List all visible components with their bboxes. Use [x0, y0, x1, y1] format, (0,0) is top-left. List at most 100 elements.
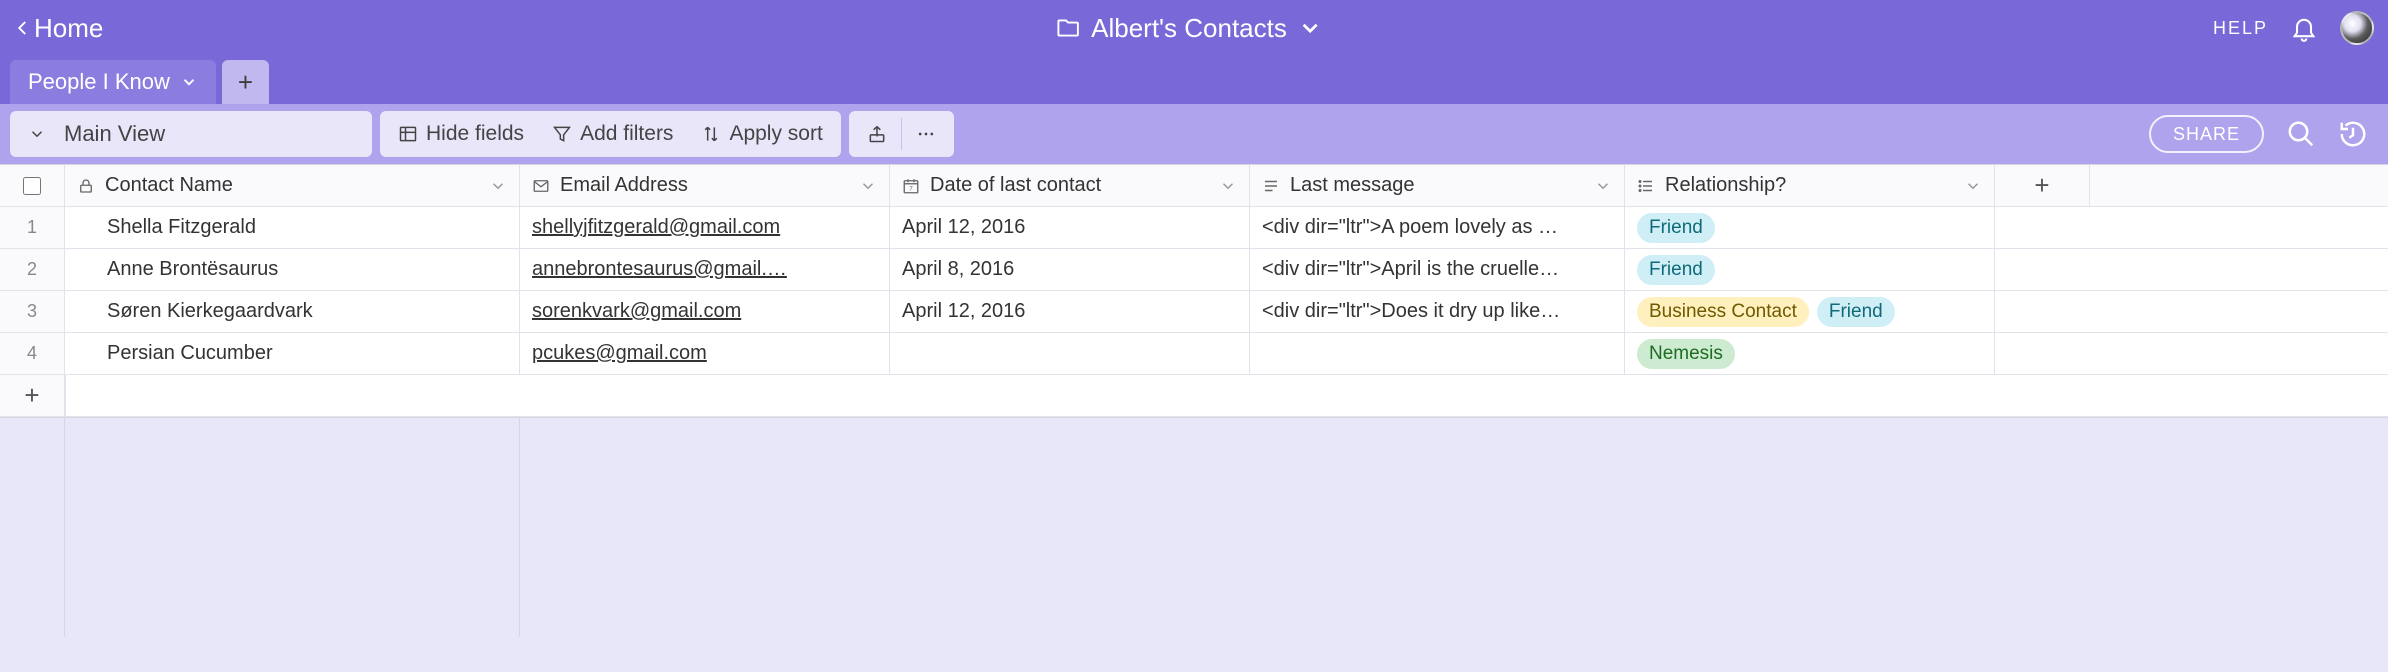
row-tail — [2090, 333, 2388, 374]
cell-email[interactable]: pcukes@gmail.com — [520, 333, 890, 374]
search-icon[interactable] — [2286, 119, 2316, 149]
column-header-email[interactable]: Email Address — [520, 165, 890, 206]
tag-nemesis: Nemesis — [1637, 339, 1735, 369]
select-all-cell — [0, 165, 65, 206]
table-row: 4Persian Cucumberpcukes@gmail.com Nemesis — [0, 333, 2388, 375]
envelope-icon — [532, 177, 550, 195]
table-tabs: People I Know + — [0, 56, 2388, 104]
cell-name[interactable]: Anne Brontësaurus — [65, 249, 520, 290]
svg-text:7: 7 — [909, 186, 913, 192]
view-toolbar: Main View Hide fields Add filters Apply … — [0, 104, 2388, 164]
topbar-right: HELP — [2213, 11, 2374, 45]
header-spacer — [2090, 165, 2388, 206]
cell-message[interactable]: <div dir="ltr">April is the cruelle… — [1250, 249, 1625, 290]
export-button[interactable] — [853, 111, 901, 157]
tag-friend: Friend — [1637, 213, 1715, 243]
history-icon[interactable] — [2338, 119, 2368, 149]
column-header-message[interactable]: Last message — [1250, 165, 1625, 206]
base-title[interactable]: Albert's Contacts — [1055, 13, 1333, 44]
more-button[interactable] — [902, 111, 950, 157]
cell-date[interactable]: April 12, 2016 — [890, 207, 1250, 248]
plus-icon: + — [24, 380, 39, 411]
base-name: Albert's Contacts — [1091, 13, 1287, 44]
select-all-checkbox[interactable] — [23, 177, 41, 195]
cell-spacer — [1995, 333, 2090, 374]
row-tail — [1227, 375, 2388, 416]
cell-relationship[interactable]: Business Contact Friend — [1625, 291, 1995, 332]
grid-header-row: Contact Name Email Address 7 Date of las… — [0, 165, 2388, 207]
row-number[interactable]: 3 — [0, 291, 65, 332]
app-topbar: Home Albert's Contacts HELP — [0, 0, 2388, 56]
row-number[interactable]: 1 — [0, 207, 65, 248]
toolbar-group-share — [849, 111, 954, 157]
cell-date[interactable]: April 8, 2016 — [890, 249, 1250, 290]
cell-relationship[interactable]: Friend — [1625, 249, 1995, 290]
cell-name[interactable]: Søren Kierkegaardvark — [65, 291, 520, 332]
cell-spacer — [1995, 291, 2090, 332]
cell-name[interactable]: Shella Fitzgerald — [65, 207, 520, 248]
chevron-down-icon — [28, 125, 46, 143]
column-header-name[interactable]: Contact Name — [65, 165, 520, 206]
share-button[interactable]: SHARE — [2149, 115, 2264, 153]
cell-message[interactable]: <div dir="ltr">Does it dry up like… — [1250, 291, 1625, 332]
plus-icon: + — [238, 67, 253, 98]
row-number[interactable]: 4 — [0, 333, 65, 374]
cell-email[interactable]: annebrontesaurus@gmail.… — [520, 249, 890, 290]
chevron-down-icon[interactable] — [1964, 177, 1982, 195]
text-icon — [1262, 177, 1280, 195]
help-link[interactable]: HELP — [2213, 18, 2268, 39]
chevron-down-icon — [180, 73, 198, 91]
cell-date[interactable] — [890, 333, 1250, 374]
column-header-relationship[interactable]: Relationship? — [1625, 165, 1995, 206]
data-grid: Contact Name Email Address 7 Date of las… — [0, 164, 2388, 417]
add-row-spacer — [65, 375, 1227, 416]
cell-name[interactable]: Persian Cucumber — [65, 333, 520, 374]
cell-date[interactable]: April 12, 2016 — [890, 291, 1250, 332]
tab-label: People I Know — [28, 69, 170, 95]
filter-icon — [552, 124, 572, 144]
avatar[interactable] — [2340, 11, 2374, 45]
chevron-down-icon[interactable] — [1219, 177, 1237, 195]
add-filters-button[interactable]: Add filters — [538, 111, 687, 157]
chevron-left-icon — [14, 19, 32, 37]
home-label: Home — [34, 13, 103, 44]
row-tail — [2090, 291, 2388, 332]
chevron-down-icon[interactable] — [1594, 177, 1612, 195]
plus-icon: + — [2034, 170, 2049, 201]
folder-icon — [1055, 15, 1091, 41]
add-table-button[interactable]: + — [222, 60, 269, 104]
tag-business: Business Contact — [1637, 297, 1809, 327]
tag-friend: Friend — [1637, 255, 1715, 285]
row-tail — [2090, 207, 2388, 248]
chevron-down-icon[interactable] — [859, 177, 877, 195]
cell-relationship[interactable]: Nemesis — [1625, 333, 1995, 374]
view-selector[interactable]: Main View — [10, 111, 372, 157]
add-column-button[interactable]: + — [1995, 165, 2090, 206]
table-row: 2Anne Brontësaurusannebrontesaurus@gmail… — [0, 249, 2388, 291]
column-header-date[interactable]: 7 Date of last contact — [890, 165, 1250, 206]
cell-email[interactable]: sorenkvark@gmail.com — [520, 291, 890, 332]
home-link[interactable]: Home — [14, 13, 103, 44]
add-row: + — [0, 375, 2388, 417]
grid-icon — [398, 124, 418, 144]
cell-message[interactable]: <div dir="ltr">A poem lovely as … — [1250, 207, 1625, 248]
cell-email[interactable]: shellyjfitzgerald@gmail.com — [520, 207, 890, 248]
cell-spacer — [1995, 207, 2090, 248]
tab-people-i-know[interactable]: People I Know — [10, 60, 216, 104]
view-name: Main View — [64, 121, 165, 147]
calendar-icon: 7 — [902, 177, 920, 195]
cell-message[interactable] — [1250, 333, 1625, 374]
apply-sort-button[interactable]: Apply sort — [687, 111, 836, 157]
grid-footer — [0, 417, 2388, 637]
sort-icon — [701, 124, 721, 144]
hide-fields-button[interactable]: Hide fields — [384, 111, 538, 157]
row-number[interactable]: 2 — [0, 249, 65, 290]
dots-icon — [916, 124, 936, 144]
bell-icon[interactable] — [2290, 14, 2318, 42]
add-row-button[interactable]: + — [0, 375, 65, 416]
cell-relationship[interactable]: Friend — [1625, 207, 1995, 248]
tag-friend: Friend — [1817, 297, 1895, 327]
chevron-down-icon[interactable] — [489, 177, 507, 195]
cell-spacer — [1995, 249, 2090, 290]
row-tail — [2090, 249, 2388, 290]
